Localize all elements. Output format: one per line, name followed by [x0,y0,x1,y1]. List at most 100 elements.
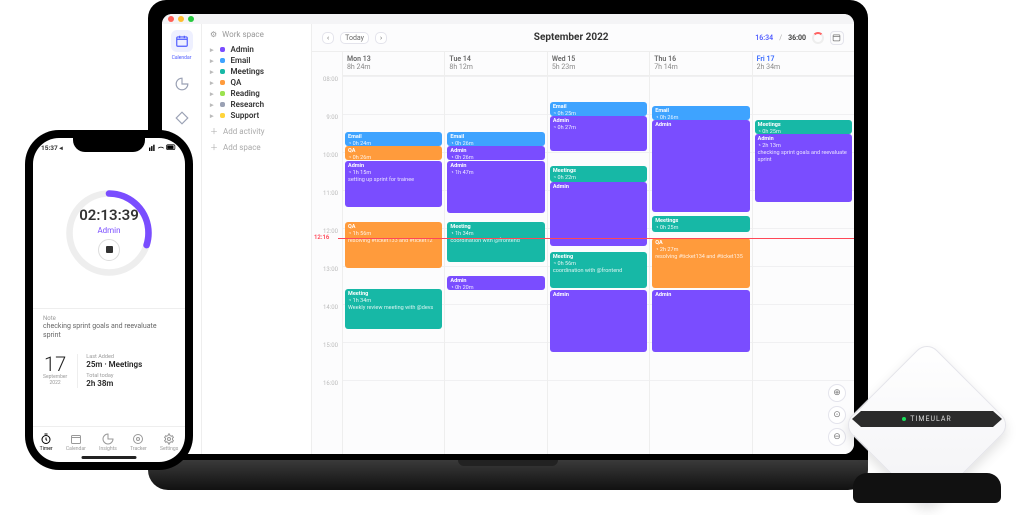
sidebar-activity[interactable]: ▸ QA [210,77,303,88]
sidebar-activity[interactable]: ▸ Research [210,99,303,110]
calendar-event[interactable]: Meeting◔ 1h 34mWeekly review meeting wit… [345,289,442,329]
calendar-event[interactable]: Admin◔ 0h 27m [550,116,647,151]
activity-color-dot [220,91,225,96]
calendar-main: ‹ Today › September 2022 16:34 / 36:00 [312,24,854,454]
calendar-day-column: Mon 138h 24m Email◔ 0h 24mQA◔ 0h 26mAdmin… [342,52,444,454]
hour-label: 10:00 [312,152,338,190]
today-button[interactable]: Today [340,32,369,44]
day-header: Fri 172h 34m [753,52,854,76]
calendar-event[interactable]: Email◔ 0h 26m [652,106,749,120]
note-section[interactable]: Note checking sprint goals and reevaluat… [33,308,185,346]
progress-ring-icon [812,32,824,44]
calendar-event[interactable]: Admin◔ 0h 26m [447,146,544,160]
calendar-toggle-button[interactable] [830,31,844,45]
calendar-event[interactable]: Admin◔ 2h 13mchecking sprint goals and r… [755,134,852,202]
calendar-day-column: Wed 155h 23m Email◔ 0h 25mAdmin◔ 0h 27m Me… [547,52,649,454]
calendar-title: September 2022 [534,32,609,43]
calendar-event[interactable]: Meetings◔ 0h 22m [550,166,647,182]
calendar-day-column: Thu 167h 14mEmail◔ 0h 26mAdminMeetings◔ … [649,52,751,454]
add-space-button[interactable]: ＋ Add space [210,142,303,153]
activity-label: Reading [231,89,260,98]
nav-calendar-icon[interactable] [171,30,193,52]
tracker-icon [132,433,144,445]
day-header: Wed 155h 23m [548,52,649,76]
plus-icon: ＋ [210,126,218,137]
chevron-right-icon: ▸ [210,68,214,76]
tab-tracker[interactable]: Tracker [130,433,147,452]
laptop-base [148,460,868,490]
calendar-event[interactable]: Email◔ 0h 24m [345,132,442,146]
now-indicator [338,238,854,239]
note-label: Note [43,315,175,322]
tracker-base [853,473,1001,503]
tab-settings[interactable]: Settings [160,433,178,452]
activity-label: QA [231,78,242,87]
timer-area: 02:13:39 Admin [33,158,185,308]
calendar-event[interactable]: Email◔ 0h 25m [550,102,647,116]
calendar-event[interactable]: QA◔ 1h 56mresolving #ticket133 and #tick… [345,222,442,268]
hour-label: 9:00 [312,114,338,152]
tracker-device: TIMEULAR [842,303,1012,503]
activity-label: Meetings [231,67,265,76]
tab-timer[interactable]: Timer [40,433,53,452]
day-header: Mon 138h 24m [343,52,444,76]
sidebar-activity[interactable]: ▸ Meetings [210,66,303,77]
calendar-event[interactable]: Admin◔ 1h 15msetting up sprint for train… [345,161,442,207]
add-activity-button[interactable]: ＋ Add activity [210,126,303,137]
hour-gutter: 08:009:0010:0011:0012:0013:0014:0015:001… [312,52,342,454]
calendar-event[interactable]: Meetings◔ 0h 25m [652,216,749,232]
chevron-right-icon: ▸ [210,101,214,109]
prev-week-button[interactable]: ‹ [322,32,334,44]
sidebar-activity[interactable]: ▸ Reading [210,88,303,99]
calendar-event[interactable]: Meetings◔ 0h 25m [755,120,852,134]
calendar-grid: 08:009:0010:0011:0012:0013:0014:0015:001… [312,52,854,454]
calendar-event[interactable]: QA◔ 0h 26m [345,146,442,160]
target-time: 36:00 [788,34,806,42]
hour-label: 15:00 [312,342,338,380]
total-today-value: 2h 38m [86,379,175,388]
calendar-event[interactable]: Admin◔ 1h 47m [447,161,544,213]
gear-icon: ⚙ [210,30,217,39]
window-close-icon[interactable] [168,16,174,22]
calendar-event[interactable]: Meeting◔ 1h 34mcoordination with @fronte… [447,222,544,262]
chevron-right-icon: ▸ [210,79,214,87]
hour-label: 13:00 [312,266,338,304]
window-chrome [162,14,854,24]
laptop-mockup: Calendar ⚙ Work space ▸ [148,0,868,490]
tab-calendar[interactable]: Calendar [66,433,86,452]
home-indicator [82,456,137,459]
nav-insights-icon[interactable] [171,73,193,95]
calendar-event[interactable]: Admin [652,290,749,352]
calendar-event[interactable]: Admin [550,182,647,246]
chevron-right-icon: ▸ [210,90,214,98]
sidebar-activity[interactable]: ▸ Admin [210,44,303,55]
hour-label: 16:00 [312,380,338,418]
stats-section: 17 September 2022 Last Added 25m · Meeti… [33,346,185,396]
calendar-event[interactable]: Admin [550,290,647,352]
note-text: checking sprint goals and reevaluate spr… [43,322,175,340]
tab-insights[interactable]: Insights [99,433,117,452]
workspace-header[interactable]: ⚙ Work space [210,30,303,39]
calendar-event[interactable]: QA◔ 2h 27mresolving #ticket134 and #tick… [652,238,749,288]
day-header: Thu 167h 14m [650,52,751,76]
window-maximize-icon[interactable] [188,16,194,22]
phone-notch [73,138,145,152]
calendar-icon [70,433,82,445]
window-minimize-icon[interactable] [178,16,184,22]
nav-tracker-icon[interactable] [171,107,193,129]
sidebar-activity[interactable]: ▸ Email [210,55,303,66]
nav-calendar-label: Calendar [172,55,192,61]
calendar-event[interactable]: Admin [652,120,749,212]
calendar-event[interactable]: Admin◔ 0h 20m [447,276,544,290]
activity-color-dot [220,102,225,107]
calendar-event[interactable]: Email◔ 0h 26m [447,132,544,146]
sidebar-activity[interactable]: ▸ Support [210,110,303,121]
next-week-button[interactable]: › [375,32,387,44]
current-tracked-time: 16:34 [755,34,773,42]
plus-icon: ＋ [210,142,218,153]
calendar-event[interactable]: Meeting◔ 0h 56mcoordination with @fronte… [550,252,647,288]
separator: / [779,34,782,42]
last-added-value: 25m · Meetings [86,360,175,369]
chevron-right-icon: ▸ [210,112,214,120]
topbar: ‹ Today › September 2022 16:34 / 36:00 [312,24,854,52]
